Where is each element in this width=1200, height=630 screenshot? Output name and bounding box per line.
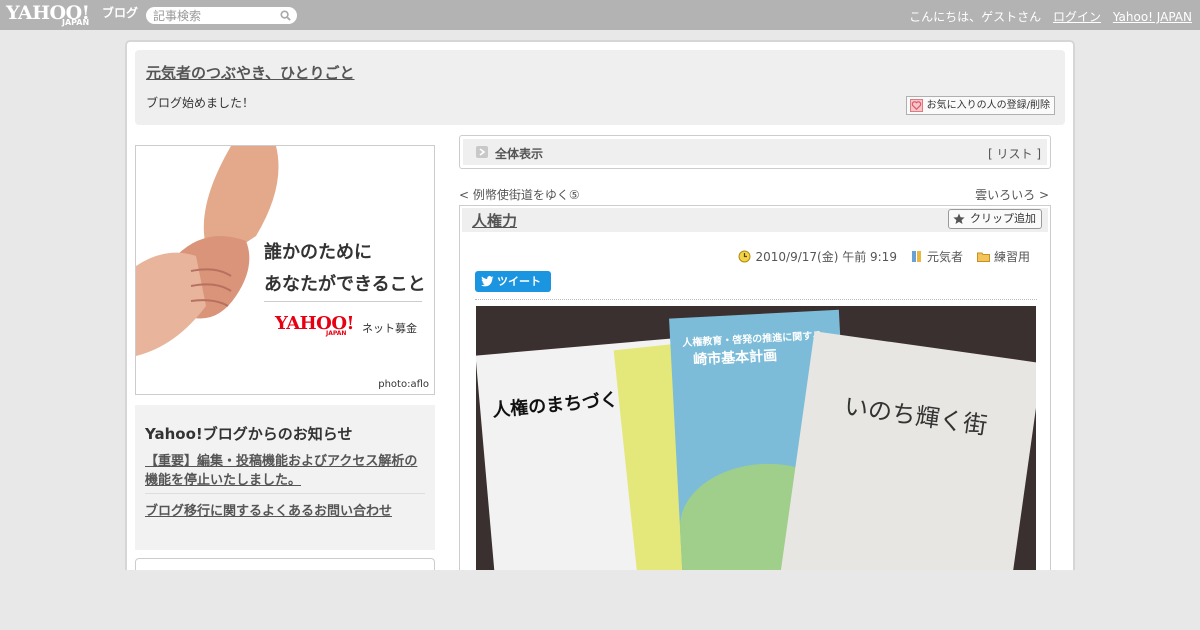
prev-article-nav: < 例幣使街道をゆく⑤ bbox=[459, 186, 580, 203]
search-box bbox=[146, 7, 297, 24]
login-link[interactable]: ログイン bbox=[1053, 10, 1101, 24]
article-meta: 2010/9/17(金) 午前 9:19 元気者 練習用 bbox=[724, 248, 1030, 265]
article-author-link[interactable]: 元気者 bbox=[927, 248, 963, 265]
article-separator bbox=[475, 299, 1037, 300]
notice-link-faq[interactable]: ブログ移行に関するよくあるお問い合わせ bbox=[145, 500, 392, 519]
clip-add-label: クリップ追加 bbox=[970, 212, 1036, 225]
folder-icon bbox=[976, 252, 990, 262]
banner-yahoo-logo-sub: JAPAN bbox=[326, 330, 347, 337]
list-view-link[interactable]: リスト bbox=[996, 147, 1032, 161]
article-title[interactable]: 人権力 bbox=[472, 210, 517, 231]
article-header: 人権力 クリップ追加 bbox=[462, 208, 1048, 232]
search-input[interactable] bbox=[153, 8, 278, 23]
twitter-bird-icon bbox=[481, 276, 494, 287]
article-date-link[interactable]: 2010/9/17(金) 午前 9:19 bbox=[755, 248, 896, 265]
heart-icon bbox=[909, 99, 923, 112]
next-arrow: > bbox=[1038, 188, 1049, 202]
favorite-register-label: お気に入りの人の登録/削除 bbox=[926, 100, 1050, 111]
arrow-right-icon bbox=[476, 146, 488, 158]
tweet-button[interactable]: ツイート bbox=[475, 271, 551, 292]
greeting-text: こんにちは、ゲストさん bbox=[909, 10, 1042, 24]
charity-banner[interactable]: 誰かのために あなたができること YAHOO! JAPAN ネット募金 phot… bbox=[135, 145, 435, 395]
logo-sub-text: JAPAN bbox=[62, 18, 90, 27]
banner-service-name: ネット募金 bbox=[362, 322, 417, 335]
top-nav: こんにちは、ゲストさん ログイン Yahoo! JAPAN bbox=[901, 8, 1192, 25]
blog-header: 元気者のつぶやき、ひとりごと ブログ始めました！ お気に入りの人の登録/削除 bbox=[135, 50, 1065, 125]
favorite-register-button[interactable]: お気に入りの人の登録/削除 bbox=[905, 96, 1055, 115]
view-all-bar: 全体表示 [ リスト ] bbox=[459, 135, 1051, 169]
list-bracket-open: [ bbox=[987, 147, 993, 161]
search-icon[interactable] bbox=[280, 10, 291, 21]
prev-article-link[interactable]: 例幣使街道をゆく⑤ bbox=[473, 188, 580, 202]
meta-author: 元気者 bbox=[911, 248, 963, 265]
photo-brochure-text-2: 崎市基本計画 bbox=[692, 348, 778, 369]
meta-category: 練習用 bbox=[976, 248, 1030, 265]
blog-description: ブログ始めました！ bbox=[146, 96, 255, 110]
photo-booklet-title: いのち輝く街 bbox=[842, 392, 989, 441]
top-bar: YAHOO! JAPAN ブログ こんにちは、ゲストさん ログイン Yahoo!… bbox=[0, 0, 1200, 30]
view-all-inner: 全体表示 [ リスト ] bbox=[463, 139, 1047, 165]
notice-box: Yahoo!ブログからのお知らせ 【重要】編集・投稿機能およびアクセス解析の機能… bbox=[135, 405, 435, 550]
banner-divider bbox=[264, 301, 422, 302]
prev-arrow: < bbox=[459, 188, 470, 202]
clip-add-button[interactable]: クリップ追加 bbox=[948, 209, 1042, 229]
next-article-link[interactable]: 雲いろいろ bbox=[975, 188, 1035, 202]
clock-icon bbox=[738, 250, 751, 263]
logo-blog-text: ブログ bbox=[102, 6, 139, 20]
photo-booklet: いのち輝く街 bbox=[779, 331, 1036, 586]
view-all-label[interactable]: 全体表示 bbox=[495, 145, 543, 162]
notice-title: Yahoo!ブログからのお知らせ bbox=[145, 425, 353, 443]
book-icon bbox=[911, 251, 921, 262]
tweet-label: ツイート bbox=[497, 275, 541, 288]
list-view-control: [ リスト ] bbox=[988, 145, 1041, 162]
list-bracket-close: ] bbox=[1036, 147, 1041, 161]
star-icon bbox=[953, 213, 965, 224]
blog-page: 元気者のつぶやき、ひとりごと ブログ始めました！ お気に入りの人の登録/削除 誰… bbox=[125, 40, 1075, 598]
next-article-nav: 雲いろいろ > bbox=[975, 186, 1049, 203]
notice-link-important[interactable]: 【重要】編集・投稿機能およびアクセス解析の機能を停止いたしました。 bbox=[145, 452, 428, 490]
meta-date: 2010/9/17(金) 午前 9:19 bbox=[738, 248, 897, 265]
banner-photo-credit: photo:aflo bbox=[378, 379, 429, 390]
article-photo[interactable]: 人権のまちづくり講演会 人権教育・啓発の推進に関する 崎市基本計画 いのち輝く街 bbox=[476, 306, 1036, 586]
article: 人権力 クリップ追加 2010/9/17(金) 午前 9:19 元気者 練習用 … bbox=[459, 205, 1051, 586]
page-footer-background bbox=[0, 570, 1200, 630]
article-category-link[interactable]: 練習用 bbox=[994, 248, 1030, 265]
yahoo-japan-link[interactable]: Yahoo! JAPAN bbox=[1113, 10, 1192, 24]
banner-line-1: 誰かのために bbox=[264, 242, 372, 263]
banner-line-2: あなたができること bbox=[264, 274, 426, 295]
blog-title[interactable]: 元気者のつぶやき、ひとりごと bbox=[146, 62, 355, 83]
notice-divider bbox=[145, 493, 425, 494]
